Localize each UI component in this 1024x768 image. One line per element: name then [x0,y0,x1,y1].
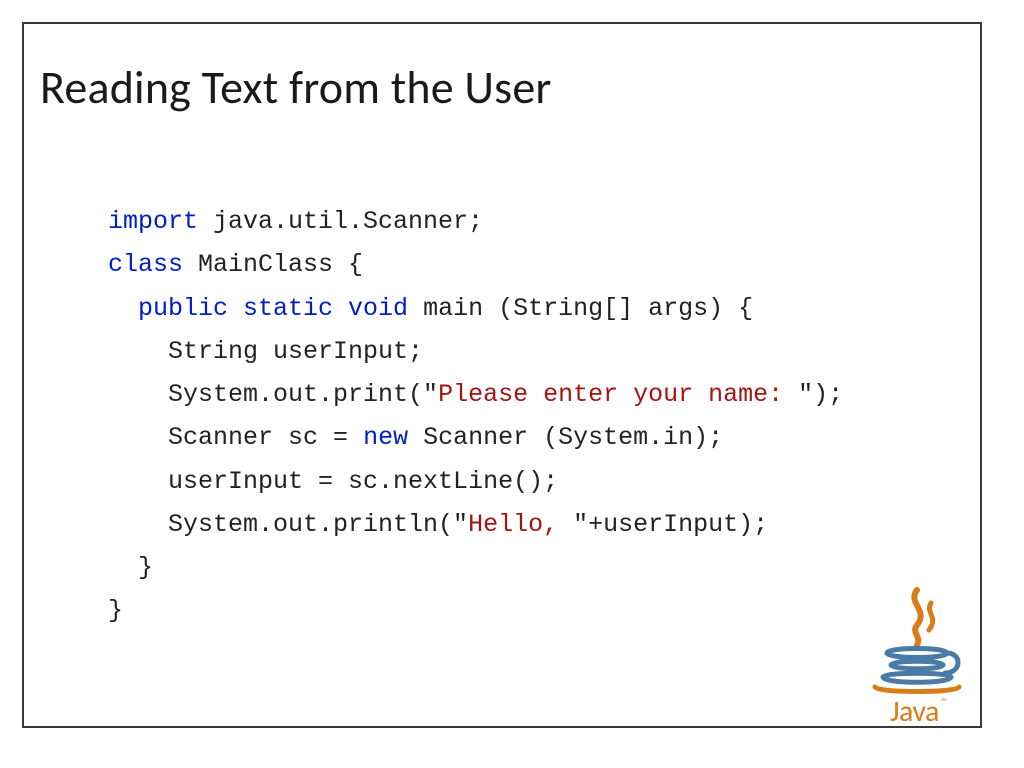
code-text: } [108,596,123,625]
code-indent [108,380,168,409]
code-indent [108,337,168,366]
slide-title: Reading Text from the User [40,60,552,116]
code-text: } [138,553,153,582]
code-text: "+userInput); [573,510,768,539]
code-block: import java.util.Scanner; class MainClas… [108,200,843,633]
code-string: Please enter your name: [438,380,798,409]
code-indent [108,294,138,323]
java-logo-icon [867,585,967,695]
code-indent [108,553,138,582]
code-kw-new: new [363,423,408,452]
code-text: java.util.Scanner; [198,207,483,236]
code-text: Scanner (System.in); [408,423,723,452]
code-text: System.out.print(" [168,380,438,409]
code-text: String userInput; [168,337,423,366]
code-indent [108,423,168,452]
code-text: "); [798,380,843,409]
java-logo-text: Java™ [852,693,982,730]
code-kw-class: class [108,250,183,279]
code-text: main (String[] args) { [408,294,753,323]
code-kw-method: public static void [138,294,408,323]
java-logo: Java™ [852,585,982,730]
java-logo-tm: ™ [941,697,946,707]
code-text: Scanner sc = [168,423,363,452]
code-text: System.out.println(" [168,510,468,539]
code-text: MainClass { [183,250,363,279]
code-text: userInput = sc.nextLine(); [168,467,558,496]
code-string: Hello, [468,510,573,539]
code-indent [108,510,168,539]
code-indent [108,467,168,496]
code-kw-import: import [108,207,198,236]
java-logo-word: Java [890,693,939,730]
